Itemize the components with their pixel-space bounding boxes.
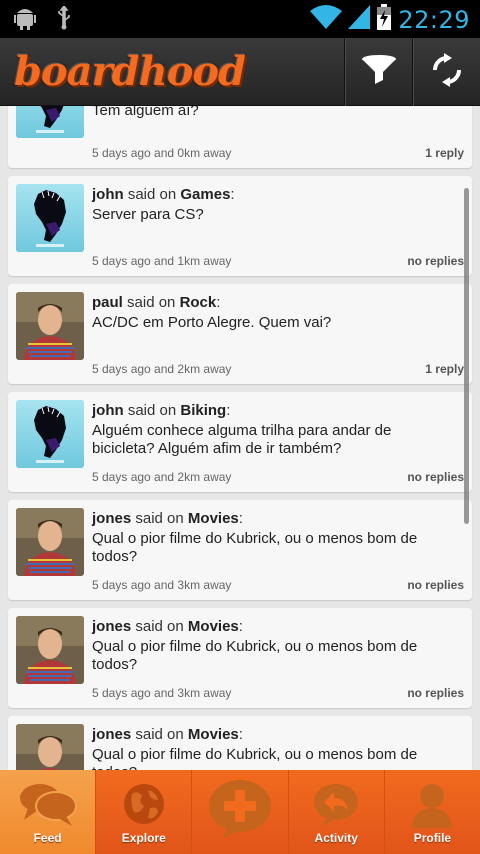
post-message: Qual o pior filme do Kubrick, ou o menos… xyxy=(92,638,418,673)
post-board[interactable]: Rock xyxy=(180,294,217,311)
post-author[interactable]: jones xyxy=(92,726,131,743)
user-avatar xyxy=(16,616,84,684)
refresh-button[interactable] xyxy=(412,38,480,106)
feed-post[interactable]: john said on Games: Server para CS? 5 da… xyxy=(8,176,472,276)
user-avatar xyxy=(16,508,84,576)
post-header: jones said on Movies: xyxy=(92,510,243,527)
battery-charging-icon xyxy=(376,4,392,35)
status-time: 22:29 xyxy=(398,5,470,34)
user-silhouette-icon xyxy=(410,782,454,833)
feed-post[interactable]: jones said on Movies: Qual o pior filme … xyxy=(8,716,472,770)
app-logo: boardhood xyxy=(14,48,246,95)
scrollbar[interactable] xyxy=(464,188,469,524)
filter-button[interactable] xyxy=(344,38,412,106)
post-message: Tem alguém aí? xyxy=(92,106,199,119)
post-board[interactable]: Movies xyxy=(188,510,239,527)
nav-label: Activity xyxy=(314,831,358,845)
post-message: Qual o pior filme do Kubrick, ou o menos… xyxy=(92,746,418,770)
nav-feed[interactable]: Feed xyxy=(0,770,97,854)
feed-post[interactable]: paul said on Rock: AC/DC em Porto Alegre… xyxy=(8,284,472,384)
post-header: john said on Games: xyxy=(92,186,235,203)
post-author[interactable]: paul xyxy=(92,294,123,311)
post-author[interactable]: jones xyxy=(92,618,131,635)
post-author[interactable]: jones xyxy=(92,510,131,527)
post-meta: 5 days ago and 1km away xyxy=(92,254,232,268)
post-board[interactable]: Games xyxy=(180,186,230,203)
post-meta: 5 days ago and 3km away xyxy=(92,578,232,592)
post-message: Server para CS? xyxy=(92,206,204,223)
usb-icon xyxy=(56,4,72,35)
nav-explore[interactable]: Explore xyxy=(96,770,193,854)
wifi-icon xyxy=(310,5,343,34)
feed-post[interactable]: jones said on Movies: Qual o pior filme … xyxy=(8,608,472,708)
post-board[interactable]: Movies xyxy=(188,618,239,635)
post-header: john said on Biking: xyxy=(92,402,231,419)
user-avatar xyxy=(16,292,84,360)
user-avatar xyxy=(16,106,84,138)
refresh-icon xyxy=(430,52,464,92)
nav-label: Explore xyxy=(121,831,166,845)
reply-count: no replies xyxy=(407,578,464,592)
post-message: Alguém conhece alguma trilha para andar … xyxy=(92,422,392,457)
reply-count: no replies xyxy=(407,470,464,484)
reply-count: 1 reply xyxy=(425,146,464,160)
reply-count: 1 reply xyxy=(425,362,464,376)
post-meta: 5 days ago and 3km away xyxy=(92,686,232,700)
feed-post[interactable]: john said on Biking: Alguém conhece algu… xyxy=(8,392,472,492)
reply-count: no replies xyxy=(407,686,464,700)
nav-new-post[interactable] xyxy=(192,770,289,854)
post-meta: 5 days ago and 0km away xyxy=(92,146,232,160)
nav-activity[interactable]: Activity xyxy=(289,770,385,854)
feed-list[interactable]: Tem alguém aí? 5 days ago and 0km away 1… xyxy=(0,106,480,770)
post-header: jones said on Movies: xyxy=(92,618,243,635)
status-bar: 22:29 xyxy=(0,0,480,38)
nav-profile[interactable]: Profile xyxy=(385,770,480,854)
feed-post[interactable]: jones said on Movies: Qual o pior filme … xyxy=(8,500,472,600)
user-avatar xyxy=(16,400,84,468)
chat-bubbles-icon xyxy=(18,782,78,833)
signal-icon xyxy=(348,5,371,34)
reply-arrow-icon xyxy=(312,782,360,833)
action-bar: boardhood xyxy=(0,38,480,106)
post-author[interactable]: john xyxy=(92,402,124,419)
user-avatar xyxy=(16,184,84,252)
globe-icon xyxy=(122,782,166,831)
post-author[interactable]: john xyxy=(92,186,124,203)
nav-label: Feed xyxy=(33,831,62,845)
user-avatar xyxy=(16,724,84,770)
post-meta: 5 days ago and 2km away xyxy=(92,362,232,376)
reply-count: no replies xyxy=(407,254,464,268)
android-debug-icon xyxy=(14,6,36,35)
post-message: AC/DC em Porto Alegre. Quem vai? xyxy=(92,314,332,331)
post-meta: 5 days ago and 2km away xyxy=(92,470,232,484)
feed-post[interactable]: Tem alguém aí? 5 days ago and 0km away 1… xyxy=(8,106,472,168)
nav-label: Profile xyxy=(413,831,452,845)
bottom-nav: Feed Explore Activity Profile xyxy=(0,770,480,854)
filter-funnel-icon xyxy=(361,54,397,91)
post-header: jones said on Movies: xyxy=(92,726,243,743)
post-header: paul said on Rock: xyxy=(92,294,221,311)
new-post-plus-icon xyxy=(207,778,273,845)
post-board[interactable]: Movies xyxy=(188,726,239,743)
post-board[interactable]: Biking xyxy=(180,402,226,419)
post-message: Qual o pior filme do Kubrick, ou o menos… xyxy=(92,530,418,565)
